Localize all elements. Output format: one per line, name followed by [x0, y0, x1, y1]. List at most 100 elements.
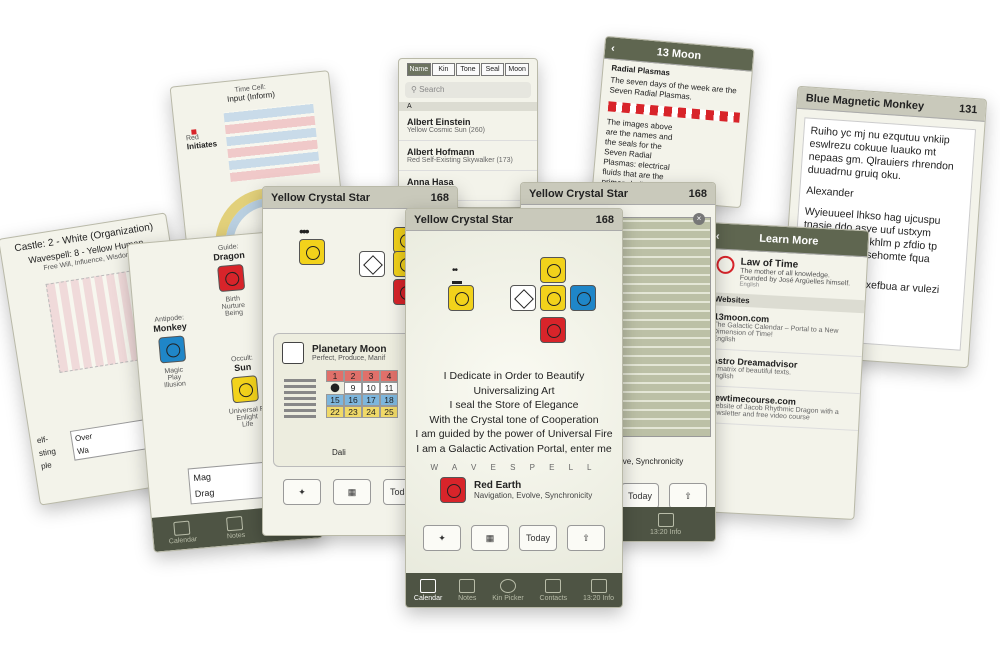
main-tabbar: Calendar Notes Kin Picker Contacts 13:20…	[406, 573, 622, 607]
oracle-cross[interactable]: •• ▬	[406, 251, 622, 361]
radial-title: 13 Moon	[656, 45, 702, 62]
note-text-1[interactable]: Ruiho yc mj nu ezqutuu vnkiip eswlrezu c…	[807, 125, 968, 188]
wavespell-row[interactable]: Red Earth Navigation, Evolve, Synchronic…	[440, 477, 592, 503]
learn-title: Learn More	[758, 232, 819, 248]
seg-moon[interactable]: Moon	[505, 63, 529, 76]
wavespell-desc: Navigation, Evolve, Synchronicity	[474, 491, 593, 500]
seg-kin[interactable]: Kin	[431, 63, 456, 76]
wavespell-name: Red Earth	[474, 480, 522, 491]
search-field[interactable]: ⚲ Search	[405, 82, 531, 98]
main-header: Yellow Crystal Star 168	[406, 209, 622, 231]
main-toolbar: ✦ ▦ Today ⇧	[406, 525, 622, 551]
moon-name: Planetary Moon	[312, 344, 387, 355]
day-cell[interactable]: 24	[362, 406, 380, 418]
statement-line: I am a Galactic Activation Portal, enter…	[416, 442, 612, 455]
wavespell-icon: ✦	[438, 532, 446, 543]
occult-name: Sun	[233, 361, 252, 374]
wavespell-button[interactable]: ✦	[283, 479, 321, 505]
day-cell[interactable]: 10	[362, 382, 380, 394]
moon-tone-icon	[282, 342, 304, 364]
back-chevron-icon[interactable]: ‹	[716, 230, 720, 242]
day-cell[interactable]: 23	[344, 406, 362, 418]
tab-notes[interactable]: Notes	[225, 515, 246, 540]
close-icon[interactable]: ×	[693, 213, 705, 225]
antipode-word-3: Illusion	[163, 380, 187, 390]
tab-contacts[interactable]: Contacts	[540, 578, 567, 602]
sort-segmented-control[interactable]: Name Kin Tone Seal Moon	[399, 59, 537, 80]
monkey-glyph-icon	[157, 335, 187, 364]
timecell-initiates: Initiates	[186, 139, 218, 152]
tzolkin-grid[interactable]	[621, 217, 711, 437]
star-glyph-icon	[299, 239, 325, 265]
earth-glyph-icon	[540, 317, 566, 343]
day-cell[interactable]: 9	[344, 382, 362, 394]
dali-label: Dali	[332, 448, 346, 457]
wavespell-button[interactable]: ✦	[423, 525, 461, 551]
share-button[interactable]: ⇧	[669, 483, 707, 509]
section-header: A	[399, 102, 537, 111]
contacts-icon	[545, 578, 562, 593]
day-cell[interactable]: 4	[380, 370, 398, 382]
tab-1320-info[interactable]: 13:20 Info	[650, 512, 681, 536]
calendar-icon	[420, 578, 437, 593]
share-button[interactable]: ⇧	[567, 525, 605, 551]
day-cell[interactable]: 3	[362, 370, 380, 382]
wavespell-icon: ✦	[298, 486, 306, 497]
day-cell[interactable]: 18	[380, 394, 398, 406]
day-cell[interactable]: 16	[344, 394, 362, 406]
back-chevron-icon[interactable]: ‹	[611, 42, 616, 54]
tzolkin-evolve: lve, Synchronicity	[621, 457, 684, 466]
moon-screen-title: Yellow Crystal Star	[271, 191, 371, 204]
tab-notes[interactable]: Notes	[458, 578, 476, 602]
tzolkin-header: Yellow Crystal Star 168	[521, 183, 715, 205]
earth-glyph-icon	[440, 477, 466, 503]
grid-icon: ▦	[347, 486, 357, 497]
seg-seal[interactable]: Seal	[480, 63, 505, 76]
wavespell-label: W A V E S P E L L	[430, 463, 598, 472]
tab-calendar[interactable]: Calendar	[167, 520, 197, 545]
tab-1320-info[interactable]: 13:20 Info	[583, 578, 614, 602]
day-cell[interactable]: 17	[362, 394, 380, 406]
grid-button[interactable]: ▦	[333, 479, 371, 505]
search-placeholder: Search	[419, 85, 445, 94]
grid-button[interactable]: ▦	[471, 525, 509, 551]
wizard-glyph-icon	[359, 251, 385, 277]
today-button[interactable]: Today	[621, 483, 659, 509]
note-header: Blue Magnetic Monkey 131	[797, 86, 987, 122]
tzolkin-kin: 168	[688, 187, 707, 200]
calendar-icon	[173, 520, 191, 536]
tone-dots-icon: •••	[299, 223, 310, 239]
main-title: Yellow Crystal Star	[414, 213, 514, 226]
star-glyph-icon	[448, 285, 474, 311]
moon-header: Yellow Crystal Star 168	[263, 187, 457, 209]
star-glyph-icon	[540, 285, 566, 311]
today-button[interactable]: Today	[519, 525, 557, 551]
note-kin: 131	[958, 102, 978, 116]
storm-glyph-icon	[570, 285, 596, 311]
contact-row[interactable]: Albert Einstein Yellow Cosmic Sun (260)	[399, 111, 537, 141]
tone-crystal-icon: •• ▬	[452, 265, 462, 287]
castle-side-1: elf-	[36, 434, 49, 446]
moon-calendar-grid[interactable]: 1 2 3 4 ⬤ 9 10 11 15 16 17 18 22 23 24 2…	[326, 370, 398, 418]
castle-side-3: ple	[40, 460, 53, 471]
day-cell[interactable]: 15	[326, 394, 344, 406]
info-icon	[657, 512, 674, 527]
day-cell[interactable]: 25	[380, 406, 398, 418]
day-cell[interactable]: 1	[326, 370, 344, 382]
tab-kin-picker[interactable]: Kin Picker	[492, 578, 524, 602]
share-icon: ⇧	[684, 490, 692, 501]
day-cell[interactable]: 22	[326, 406, 344, 418]
seg-name[interactable]: Name	[407, 63, 431, 76]
learn-more-screen: ‹ Learn More Law of Time The mother of a…	[694, 222, 870, 520]
search-icon: ⚲	[411, 85, 417, 94]
statement-line: I am guided by the power of Universal Fi…	[415, 428, 613, 440]
website-row[interactable]: newtimecourse.com Website of Jacob Rhyth…	[700, 385, 860, 432]
seg-tone[interactable]: Tone	[456, 63, 480, 76]
current-day-marker: ⬤	[330, 382, 340, 392]
tab-calendar[interactable]: Calendar	[414, 578, 442, 602]
castle-side-2: sting	[38, 446, 57, 459]
contact-row[interactable]: Albert Hofmann Red Self-Existing Skywalk…	[399, 141, 537, 171]
day-cell[interactable]: 11	[380, 382, 398, 394]
day-cell[interactable]: 2	[344, 370, 362, 382]
wizard-glyph-icon	[510, 285, 536, 311]
